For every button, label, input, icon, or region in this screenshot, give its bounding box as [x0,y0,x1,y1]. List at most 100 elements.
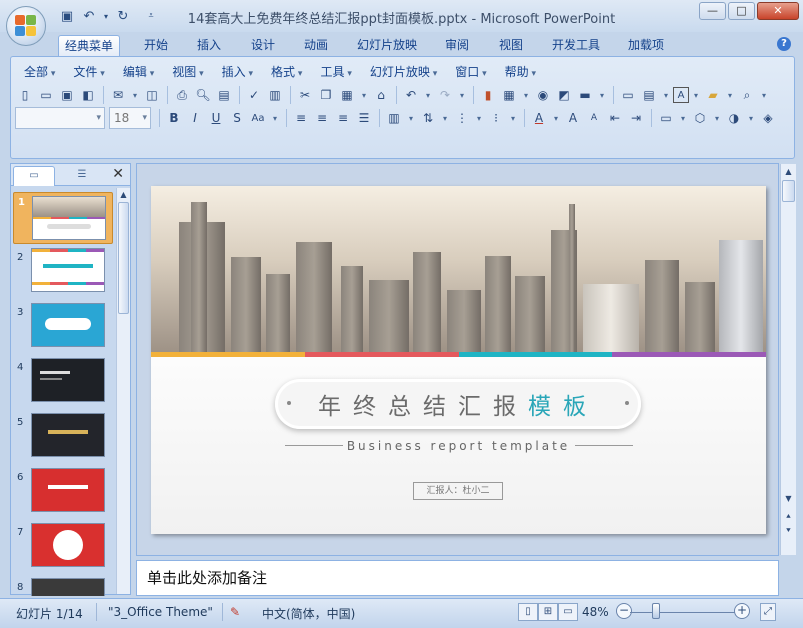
spell-check-icon[interactable]: ✎ [230,605,240,619]
undo-icon[interactable]: ↶ [401,85,421,105]
tab-review[interactable]: 审阅 [439,35,475,56]
font-color-icon[interactable]: A [529,108,549,128]
shrink-font-icon[interactable]: A [584,108,604,128]
tab-developer[interactable]: 开发工具 [546,35,606,56]
bullets-icon[interactable]: ⁝ [486,108,506,128]
slide-dropdown-icon[interactable]: ▾ [677,108,689,128]
menu-format[interactable]: 格式 [266,63,307,80]
tab-home[interactable]: 开始 [138,35,174,56]
shapes-dropdown-icon[interactable]: ▾ [711,108,723,128]
normal-view-button[interactable]: ▯ [518,603,538,621]
new-slide-icon[interactable]: ▭ [618,85,638,105]
next-slide-icon[interactable]: ⯆ [781,526,796,536]
slideshow-view-button[interactable]: ▭ [558,603,578,621]
columns-dropdown-icon[interactable]: ▾ [405,108,417,128]
folder-icon[interactable]: ▰ [703,85,723,105]
help-icon[interactable]: ? [777,37,791,51]
clipart-icon[interactable]: ◉ [533,85,553,105]
fit-to-window-icon[interactable]: ⤢ [760,603,776,621]
thumbnail-scrollbar[interactable]: ▲ [116,188,130,594]
text-direction-icon[interactable]: ⇅ [418,108,438,128]
menu-window[interactable]: 窗口 [450,63,491,80]
arrange-icon[interactable]: ◑ [724,108,744,128]
folder-dropdown-icon[interactable]: ▾ [724,85,736,105]
scroll-up-icon[interactable]: ▲ [117,190,130,199]
format-painter-icon[interactable]: ⌂ [371,85,391,105]
align-right-icon[interactable]: ≡ [333,108,353,128]
redo-icon[interactable]: ↷ [435,85,455,105]
language-indicator[interactable]: 中文(简体，中国) [262,605,355,622]
cut-icon[interactable]: ✂ [295,85,315,105]
slide-subtitle[interactable]: Business report template [151,439,766,453]
textbox-icon[interactable]: A [673,87,689,103]
notes-pane[interactable]: 单击此处添加备注 [136,560,779,596]
tab-animation[interactable]: 动画 [298,35,334,56]
research-icon[interactable]: ▥ [265,85,285,105]
menu-slideshow[interactable]: 幻灯片放映 [365,63,442,80]
shadow-icon[interactable]: S [227,108,247,128]
columns-icon[interactable]: ▥ [384,108,404,128]
tab-addins[interactable]: 加载项 [622,35,670,56]
reporter-label[interactable]: 汇报人：杜小二 [413,482,503,500]
new-icon[interactable]: ▯ [15,85,35,105]
slide-thumbnail[interactable]: 7 [13,523,113,575]
change-case-icon[interactable]: Aa [248,108,268,128]
slide-thumbnail[interactable]: 3 [13,303,113,355]
numbering-icon[interactable]: ⋮ [452,108,472,128]
zoom-out-icon[interactable]: − [616,603,632,619]
paste-icon[interactable]: ▦ [337,85,357,105]
bullets-dropdown-icon[interactable]: ▾ [507,108,519,128]
zoom-slider[interactable] [630,612,742,613]
increase-indent-icon[interactable]: ⇥ [626,108,646,128]
justify-icon[interactable]: ☰ [354,108,374,128]
fill-icon[interactable]: ◈ [758,108,778,128]
close-icon[interactable]: ✕ [112,166,124,182]
print-preview-icon[interactable]: 🔍︎ [193,85,213,105]
table-dropdown-icon[interactable]: ▾ [520,85,532,105]
italic-icon[interactable]: I [185,108,205,128]
tab-design[interactable]: 设计 [245,35,281,56]
publish-icon[interactable]: ◫ [142,85,162,105]
menu-all[interactable]: 全部 [19,63,60,80]
menu-help[interactable]: 帮助 [500,63,541,80]
font-color-dropdown-icon[interactable]: ▾ [550,108,562,128]
email-icon[interactable]: ✉ [108,85,128,105]
change-case-dropdown-icon[interactable]: ▾ [269,108,281,128]
minimize-button[interactable]: — [699,2,726,20]
zoom-in-icon[interactable]: + [734,603,750,619]
tab-outline[interactable]: ☰ [57,166,107,186]
scrollbar-thumb[interactable] [118,202,129,314]
shapes-icon[interactable]: ⬡ [690,108,710,128]
previous-slide-icon[interactable]: ⯅ [781,512,796,522]
zoom-slider-handle[interactable] [652,603,660,619]
grayscale-dropdown-icon[interactable]: ▾ [596,85,608,105]
copy-icon[interactable]: ❐ [316,85,336,105]
tab-slides[interactable]: ▭ [13,166,55,186]
tab-view[interactable]: 视图 [493,35,529,56]
font-size-select[interactable]: 18 [109,107,151,129]
maximize-button[interactable]: □ [728,2,755,20]
menu-file[interactable]: 文件 [68,63,109,80]
tab-insert[interactable]: 插入 [191,35,227,56]
font-name-select[interactable] [15,107,105,129]
slide-thumbnail[interactable]: 4 [13,358,113,410]
menu-tools[interactable]: 工具 [315,63,356,80]
find-icon[interactable]: ⌕ [737,85,757,105]
chart-icon[interactable]: ▮ [478,85,498,105]
bold-icon[interactable]: B [164,108,184,128]
scroll-down-icon[interactable]: ▼ [781,494,796,503]
decrease-indent-icon[interactable]: ⇤ [605,108,625,128]
slide-sorter-view-button[interactable]: ⊞ [538,603,558,621]
text-direction-dropdown-icon[interactable]: ▾ [439,108,451,128]
spelling-icon[interactable]: ✓ [244,85,264,105]
find-dropdown-icon[interactable]: ▾ [758,85,770,105]
title-banner[interactable]: 年终总结汇报模板 [275,379,641,429]
slide-canvas[interactable]: 年终总结汇报模板 Business report template 汇报人：杜小… [151,186,766,534]
layout-icon[interactable]: ▤ [639,85,659,105]
permission-icon[interactable]: ◧ [78,85,98,105]
menu-insert[interactable]: 插入 [217,63,258,80]
underline-icon[interactable]: U [206,108,226,128]
textbox-dropdown-icon[interactable]: ▾ [690,85,702,105]
arrange-dropdown-icon[interactable]: ▾ [745,108,757,128]
layout-dropdown-icon[interactable]: ▾ [660,85,672,105]
